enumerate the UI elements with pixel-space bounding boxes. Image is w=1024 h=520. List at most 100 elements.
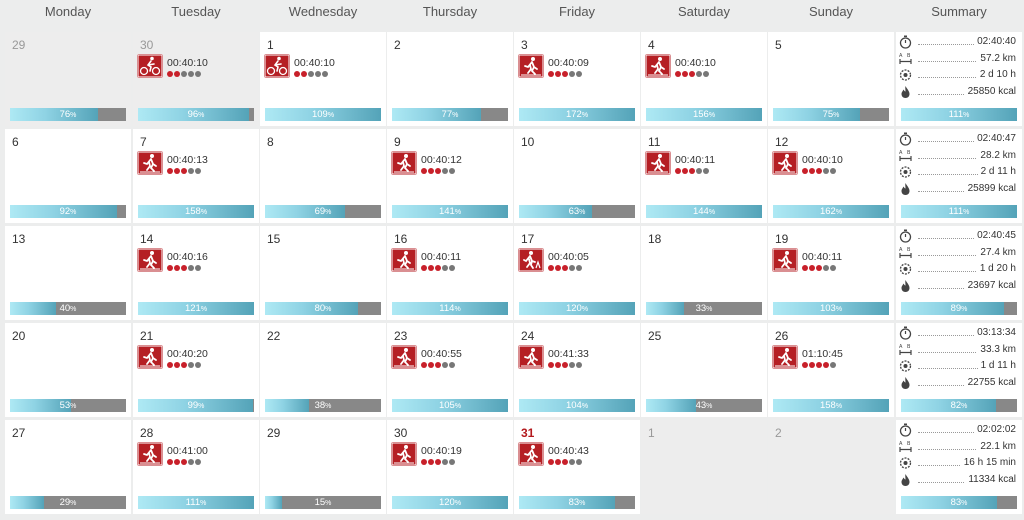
running-icon[interactable] xyxy=(137,151,163,175)
effort-dot xyxy=(816,265,822,271)
week-summary: 02:40:45 A B 27.4 km 1 d 20 h 23697 kcal 89% xyxy=(896,226,1022,320)
running-icon[interactable] xyxy=(391,345,417,369)
column-header: Saturday xyxy=(677,4,731,19)
running-icon[interactable] xyxy=(772,248,798,272)
day-cell[interactable]: 3 00:40:09 172% xyxy=(514,32,640,126)
effort-dot xyxy=(435,459,441,465)
cycling-icon[interactable] xyxy=(264,54,290,78)
running-icon[interactable] xyxy=(772,151,798,175)
running-icon[interactable] xyxy=(518,442,544,466)
progress-bar: 172% xyxy=(519,108,635,121)
effort-dots xyxy=(675,168,710,175)
effort-dot xyxy=(174,265,180,271)
day-number: 3 xyxy=(521,38,528,52)
running-icon[interactable] xyxy=(137,442,163,466)
summary-time: 02:40:40 xyxy=(899,35,1016,50)
day-cell[interactable]: 20 53% xyxy=(5,323,131,417)
day-cell[interactable]: 21 00:40:20 99% xyxy=(133,323,259,417)
day-cell[interactable]: 31 00:40:43 83% xyxy=(514,420,640,514)
trail-running-icon[interactable] xyxy=(518,248,544,272)
running-icon[interactable] xyxy=(772,345,798,369)
running-icon[interactable] xyxy=(645,151,671,175)
progress-bar: 33% xyxy=(646,302,762,315)
progress-bar: 53% xyxy=(10,399,126,412)
day-cell[interactable]: 18 33% xyxy=(641,226,767,320)
day-cell[interactable]: 22 38% xyxy=(260,323,386,417)
progress-label: 29% xyxy=(59,497,77,508)
effort-dot xyxy=(442,265,448,271)
running-icon[interactable] xyxy=(645,54,671,78)
effort-dots xyxy=(167,265,202,272)
day-cell[interactable]: 2 xyxy=(768,420,894,514)
day-cell[interactable]: 24 00:41:33 104% xyxy=(514,323,640,417)
effort-dot xyxy=(442,459,448,465)
running-icon[interactable] xyxy=(518,345,544,369)
progress-label: 63% xyxy=(568,206,586,217)
day-cell[interactable]: 30 00:40:19 120% xyxy=(387,420,513,514)
day-cell[interactable]: 9 00:40:12 141% xyxy=(387,129,513,223)
day-cell[interactable]: 19 00:40:11 103% xyxy=(768,226,894,320)
day-cell[interactable]: 10 63% xyxy=(514,129,640,223)
progress-label: 15% xyxy=(314,497,332,508)
day-cell[interactable]: 15 80% xyxy=(260,226,386,320)
effort-dot xyxy=(449,459,455,465)
day-number: 27 xyxy=(12,426,26,440)
running-icon[interactable] xyxy=(518,54,544,78)
day-cell[interactable]: 7 00:40:13 158% xyxy=(133,129,259,223)
running-icon[interactable] xyxy=(391,442,417,466)
day-cell[interactable]: 28 00:41:00 111% xyxy=(133,420,259,514)
day-cell[interactable]: 16 00:40:11 114% xyxy=(387,226,513,320)
day-cell[interactable]: 6 92% xyxy=(5,129,131,223)
day-cell[interactable]: 14 00:40:16 121% xyxy=(133,226,259,320)
day-number: 29 xyxy=(267,426,281,440)
effort-dot xyxy=(689,168,695,174)
progress-bar: 83% xyxy=(519,496,635,509)
progress-label: 83% xyxy=(950,497,968,508)
day-cell[interactable]: 1 00:40:10 109% xyxy=(260,32,386,126)
day-cell[interactable]: 1 xyxy=(641,420,767,514)
day-cell[interactable]: 17 00:40:05 120% xyxy=(514,226,640,320)
day-cell[interactable]: 29 76% xyxy=(5,32,131,126)
summary-value: 27.4 km xyxy=(977,246,1016,258)
running-icon[interactable] xyxy=(137,248,163,272)
effort-dot xyxy=(576,362,582,368)
activity-duration: 00:40:11 xyxy=(421,251,462,263)
running-icon[interactable] xyxy=(137,345,163,369)
running-icon[interactable] xyxy=(391,248,417,272)
day-cell[interactable]: 23 00:40:55 105% xyxy=(387,323,513,417)
running-icon[interactable] xyxy=(391,151,417,175)
effort-dot xyxy=(703,168,709,174)
progress-label: 99% xyxy=(187,400,205,411)
effort-dot xyxy=(435,168,441,174)
effort-dot xyxy=(689,71,695,77)
day-cell[interactable]: 13 40% xyxy=(5,226,131,320)
progress-bar: 63% xyxy=(519,205,635,218)
day-cell[interactable]: 8 69% xyxy=(260,129,386,223)
effort-dot xyxy=(569,459,575,465)
day-cell[interactable]: 2 77% xyxy=(387,32,513,126)
day-number: 1 xyxy=(267,38,274,52)
progress-bar: 144% xyxy=(646,205,762,218)
recovery-icon xyxy=(899,359,912,373)
day-cell[interactable]: 4 00:40:10 156% xyxy=(641,32,767,126)
column-header: Sunday xyxy=(808,4,854,19)
effort-dot xyxy=(449,168,455,174)
day-cell[interactable]: 26 01:10:45 158% xyxy=(768,323,894,417)
stopwatch-icon xyxy=(899,326,912,340)
cycling-icon[interactable] xyxy=(137,54,163,78)
activity-duration: 00:40:10 xyxy=(802,154,843,166)
progress-label: 144% xyxy=(692,206,716,217)
day-cell[interactable]: 29 15% xyxy=(260,420,386,514)
day-cell[interactable]: 12 00:40:10 162% xyxy=(768,129,894,223)
effort-dot xyxy=(195,362,201,368)
effort-dot xyxy=(322,71,328,77)
day-cell[interactable]: 5 75% xyxy=(768,32,894,126)
day-cell[interactable]: 25 43% xyxy=(641,323,767,417)
day-cell[interactable]: 11 00:40:11 144% xyxy=(641,129,767,223)
day-cell[interactable]: 30 00:40:10 96% xyxy=(133,32,259,126)
summary-recovery: 2 d 10 h xyxy=(899,68,1016,83)
day-cell[interactable]: 27 29% xyxy=(5,420,131,514)
progress-label: 141% xyxy=(438,206,462,217)
summary-time: 02:40:47 xyxy=(899,132,1016,147)
progress-bar: 40% xyxy=(10,302,126,315)
